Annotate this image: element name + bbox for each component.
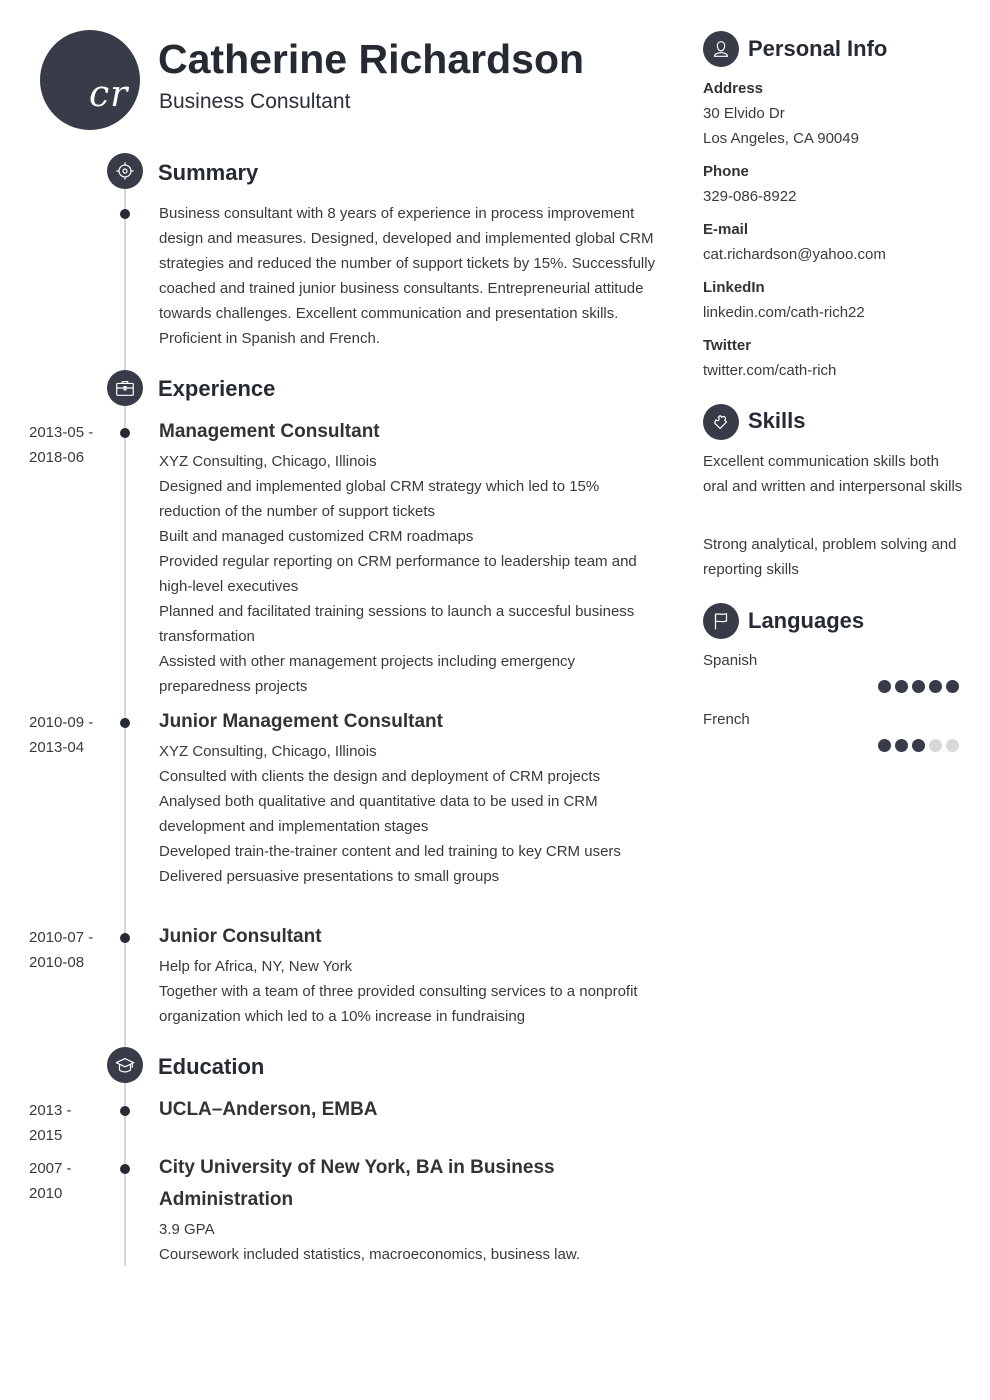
experience-bullet: Analysed both qualitative and quantitati… [159,793,598,835]
summary-text: Business consultant with 8 years of expe… [159,205,656,347]
experience-heading: Experience [158,376,276,401]
experience-bullet: Assisted with other management projects … [159,653,576,695]
language-name: Spanish [703,652,758,669]
skills-heading: Skills [748,408,806,433]
address-line-1: 30 Elvido Dr [703,105,785,122]
experience-company: Help for Africa, NY, New York [159,958,353,975]
address-label: Address [703,80,764,97]
summary-heading: Summary [158,160,259,185]
experience-details: XYZ Consulting, Chicago, Illinois Consul… [159,739,659,889]
candidate-name: Catherine Richardson [158,36,585,82]
experience-bullet: Built and managed customized CRM roadmap… [159,528,474,545]
education-heading: Education [158,1054,265,1079]
education-dates: 2007 - 2010 [29,1160,72,1202]
email-label: E-mail [703,221,749,238]
experience-dates: 2013-05 - 2018-06 [29,424,94,466]
experience-bullet: Provided regular reporting on CRM perfor… [159,553,637,595]
experience-bullet: Together with a team of three provided c… [159,983,638,1025]
timeline-dot [120,428,130,438]
rating-dot-filled [895,680,908,693]
languages-heading: Languages [748,608,865,633]
flag-icon [703,603,739,639]
email-value[interactable]: cat.richardson@yahoo.com [703,242,886,267]
education-coursework: Coursework included statistics, macroeco… [159,1246,581,1263]
skill-item: Strong analytical, problem solving and r… [703,536,957,578]
person-icon [703,31,739,67]
language-name: French [703,711,750,728]
rating-dot-filled [912,680,925,693]
graduation-cap-icon [107,1047,143,1083]
rating-dot-filled [946,680,959,693]
experience-title: Management Consultant [159,421,380,442]
timeline-dot [120,1164,130,1174]
rating-dot-filled [912,739,925,752]
experience-bullet: Planned and facilitated training session… [159,603,635,645]
avatar-initials: cr [89,74,129,115]
education-dates: 2013 - 2015 [29,1102,72,1144]
timeline-dot [120,1106,130,1116]
address-line-2: Los Angeles, CA 90049 [703,130,859,147]
twitter-label: Twitter [703,337,752,354]
experience-dates: 2010-09 - 2013-04 [29,714,94,756]
experience-dates: 2010-07 - 2010-08 [29,929,94,971]
rating-dot-filled [878,680,891,693]
timeline-dot [120,933,130,943]
experience-company: XYZ Consulting, Chicago, Illinois [159,453,377,470]
experience-details: Help for Africa, NY, New York Together w… [159,954,659,1029]
experience-bullet: Consulted with clients the design and de… [159,768,601,785]
education-title: UCLA–Anderson, EMBA [159,1099,378,1120]
timeline-dot [120,209,130,219]
rating-dot-filled [929,680,942,693]
puzzle-icon [703,404,739,440]
experience-company: XYZ Consulting, Chicago, Illinois [159,743,377,760]
experience-title: Junior Consultant [159,926,322,947]
rating-dot-filled [878,739,891,752]
phone-label: Phone [703,163,749,180]
experience-bullet: Delivered persuasive presentations to sm… [159,868,500,885]
experience-title: Junior Management Consultant [159,711,443,732]
rating-dot-empty [946,739,959,752]
personal-info-heading: Personal Info [748,36,888,61]
education-title: City University of New York, BA in Busin… [159,1157,555,1210]
target-icon [107,153,143,189]
education-gpa: 3.9 GPA [159,1221,215,1238]
experience-details: XYZ Consulting, Chicago, Illinois Design… [159,449,659,699]
experience-bullet: Designed and implemented global CRM stra… [159,478,600,520]
timeline-dot [120,718,130,728]
language-rating [878,739,959,752]
linkedin-value[interactable]: linkedin.com/cath-rich22 [703,300,865,325]
avatar: cr [40,30,140,130]
experience-bullet: Developed train-the-trainer content and … [159,843,621,860]
linkedin-label: LinkedIn [703,279,765,296]
timeline-line [124,160,126,1266]
candidate-title: Business Consultant [159,90,351,113]
briefcase-icon [107,370,143,406]
rating-dot-filled [895,739,908,752]
phone-value: 329-086-8922 [703,188,797,205]
education-details: 3.9 GPA Coursework included statistics, … [159,1217,659,1267]
rating-dot-empty [929,739,942,752]
twitter-value[interactable]: twitter.com/cath-rich [703,358,836,383]
language-rating [878,680,959,693]
skill-item: Excellent communication skills both oral… [703,453,963,495]
